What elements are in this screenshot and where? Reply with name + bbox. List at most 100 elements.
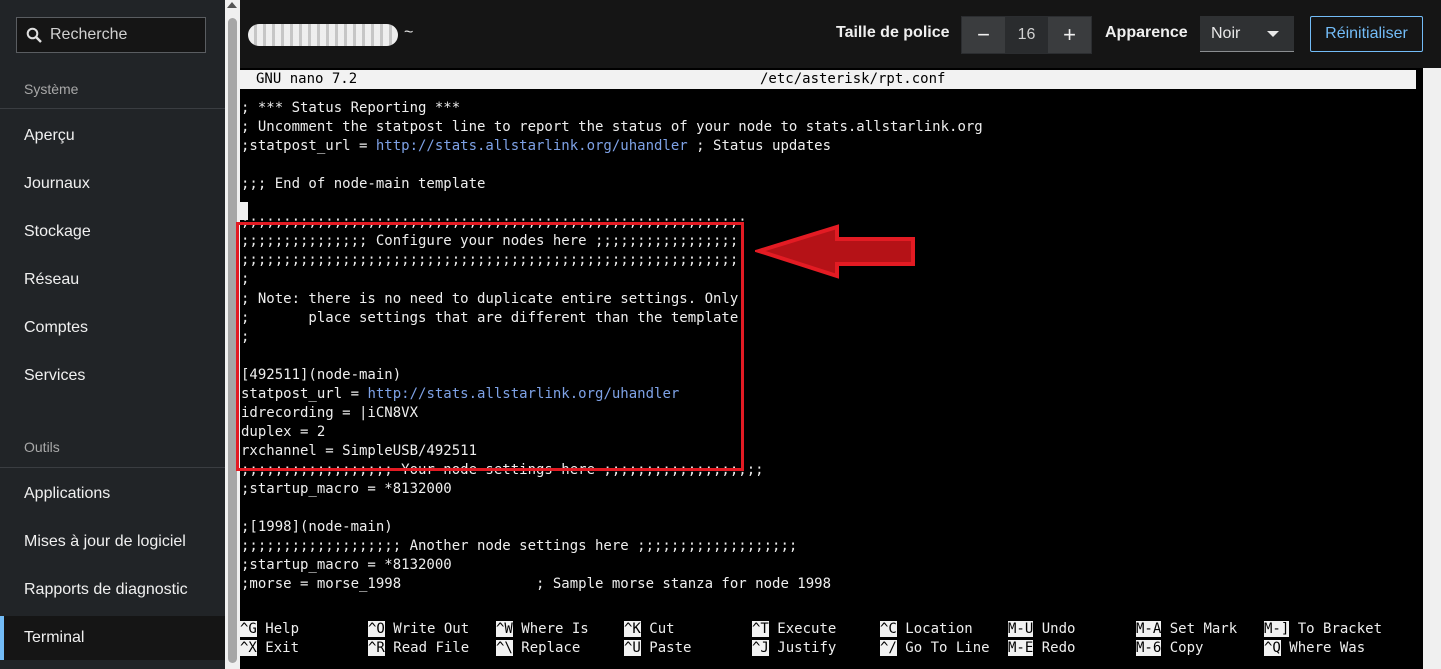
shortcut-label: Location	[905, 621, 973, 637]
shortcut-label: Where Is	[521, 621, 589, 637]
appearance-value: Noir	[1211, 24, 1241, 42]
terminal-line: ;statpost_url = http://stats.allstarlink…	[241, 137, 831, 156]
shortcut-label: Write Out	[393, 621, 470, 637]
red-arrow-icon	[755, 224, 915, 279]
shortcut-label: Read File	[393, 640, 470, 656]
shortcut-key: ^J	[752, 640, 769, 656]
host-path: ~	[404, 24, 414, 41]
shortcut-key: ^/	[880, 640, 897, 656]
shortcut-label: Undo	[1041, 621, 1076, 637]
shortcut-key: M-6	[1136, 640, 1162, 656]
terminal-line: ;[1998](node-main)	[241, 518, 393, 537]
line-text: ;;; End of node-main template	[241, 176, 486, 192]
shortcut-item: ^U Paste	[624, 639, 691, 658]
shortcut-item: ^J Justify	[752, 639, 836, 658]
sidebar-item-apercu[interactable]: Aperçu	[0, 114, 225, 158]
file-path: /etc/asterisk/rpt.conf	[760, 71, 946, 87]
shortcut-label: Cut	[649, 621, 675, 637]
line-text: ;[1998](node-main)	[241, 519, 393, 535]
sidebar-item-comptes[interactable]: Comptes	[0, 306, 225, 350]
reset-button[interactable]: Réinitialiser	[1310, 16, 1423, 52]
line-text: ;morse = morse_1998 ; Sample morse stanz…	[241, 576, 832, 592]
search-placeholder: Recherche	[50, 26, 128, 43]
shortcut-label: Help	[265, 621, 300, 637]
line-text: ;startup_macro = *8132000	[241, 481, 452, 497]
divider	[0, 108, 225, 109]
shortcut-key: ^K	[624, 621, 641, 637]
shortcut-key: ^R	[368, 640, 385, 656]
font-size-increment-button[interactable]: +	[1048, 17, 1091, 53]
terminal-line: ;morse = morse_1998 ; Sample morse stanz…	[241, 575, 831, 594]
sidebar-item-applications[interactable]: Applications	[0, 472, 225, 516]
shortcut-item: ^W Where Is	[496, 620, 589, 639]
font-size-stepper: − 16 +	[961, 16, 1092, 54]
sidebar-item-updates[interactable]: Mises à jour de logiciel	[0, 520, 225, 564]
shortcut-item: ^G Help	[240, 620, 299, 639]
divider	[0, 467, 225, 468]
shortcut-key: ^T	[752, 621, 769, 637]
shortcut-label: Redo	[1041, 640, 1076, 656]
shortcut-key: M-A	[1136, 621, 1162, 637]
shortcut-item: M-6 Copy	[1136, 639, 1203, 658]
font-size-label: Taille de police	[836, 24, 950, 41]
terminal-line: ;;; End of node-main template	[241, 175, 485, 194]
sidebar-item-reseau[interactable]: Réseau	[0, 258, 225, 302]
shortcut-item: ^O Write Out	[368, 620, 469, 639]
shortcut-key: ^W	[496, 621, 513, 637]
search-input[interactable]: Recherche	[16, 17, 206, 53]
shortcut-label: Go To Line	[905, 640, 990, 656]
sidebar-item-journaux[interactable]: Journaux	[0, 162, 225, 206]
sidebar: Recherche Système Aperçu Journaux Stocka…	[0, 0, 225, 669]
sidebar-item-diagnostics[interactable]: Rapports de diagnostic	[0, 568, 225, 612]
shortcut-item: ^X Exit	[240, 639, 299, 658]
terminal-line: ; Uncomment the statpost line to report …	[241, 118, 983, 137]
shortcut-item: M-U Undo	[1008, 620, 1075, 639]
terminal-scrollbar[interactable]	[1423, 68, 1441, 669]
section-title-tools: Outils	[24, 439, 60, 455]
line-text: ;;;;;;;;;;;;;;;;;;; Another node setting…	[241, 538, 798, 554]
shortcut-key: ^O	[368, 621, 385, 637]
shortcut-item: M-] To Bracket	[1264, 620, 1382, 639]
chevron-down-icon	[1267, 31, 1279, 37]
highlight-box	[236, 222, 744, 471]
shortcut-label: Set Mark	[1169, 621, 1238, 637]
appearance-select[interactable]: Noir	[1200, 16, 1294, 52]
shortcut-key: M-]	[1264, 621, 1290, 637]
search-icon	[26, 27, 42, 43]
terminal-line: ; *** Status Reporting ***	[241, 99, 460, 118]
shortcut-key: ^X	[240, 640, 257, 656]
nano-title-bar: GNU nano 7.2 /etc/asterisk/rpt.conf	[240, 70, 1416, 89]
terminal-line: ;startup_macro = *8132000	[241, 556, 452, 575]
shortcut-key: ^U	[624, 640, 641, 656]
line-text: ; Uncomment the statpost line to report …	[241, 119, 983, 135]
sidebar-item-terminal[interactable]: Terminal	[0, 616, 225, 660]
shortcut-label: To Bracket	[1297, 621, 1383, 637]
shortcut-item: ^Q Where Was	[1264, 639, 1365, 658]
scroll-up-arrow-icon[interactable]	[227, 2, 237, 8]
shortcut-label: Exit	[265, 640, 300, 656]
font-size-decrement-button[interactable]: −	[962, 17, 1005, 53]
font-size-value: 16	[1005, 17, 1048, 53]
shortcut-label: Paste	[649, 640, 692, 656]
shortcut-item: ^K Cut	[624, 620, 675, 639]
shortcut-item: ^\ Replace	[496, 639, 580, 658]
redacted-hostname	[248, 24, 398, 46]
appearance-label: Apparence	[1105, 24, 1188, 41]
shortcut-label: Copy	[1169, 640, 1204, 656]
shortcut-key: ^Q	[1264, 640, 1281, 656]
url-link[interactable]: http://stats.allstarlink.org/uhandler	[376, 138, 688, 154]
nano-version: GNU nano 7.2	[256, 71, 358, 87]
sidebar-item-services[interactable]: Services	[0, 354, 225, 398]
shortcut-item: ^/ Go To Line	[880, 639, 990, 658]
terminal-line: ;;;;;;;;;;;;;;;;;;; Another node setting…	[241, 537, 797, 556]
sidebar-item-stockage[interactable]: Stockage	[0, 210, 225, 254]
shortcut-label: Execute	[777, 621, 837, 637]
shortcut-item: M-E Redo	[1008, 639, 1075, 658]
line-text: ;statpost_url =	[241, 138, 376, 154]
shortcut-key: ^C	[880, 621, 897, 637]
shortcut-key: ^\	[496, 640, 513, 656]
shortcut-key: M-U	[1008, 621, 1034, 637]
shortcut-label: Where Was	[1289, 640, 1366, 656]
line-text: ; Status updates	[687, 138, 832, 154]
text-cursor	[240, 202, 248, 220]
